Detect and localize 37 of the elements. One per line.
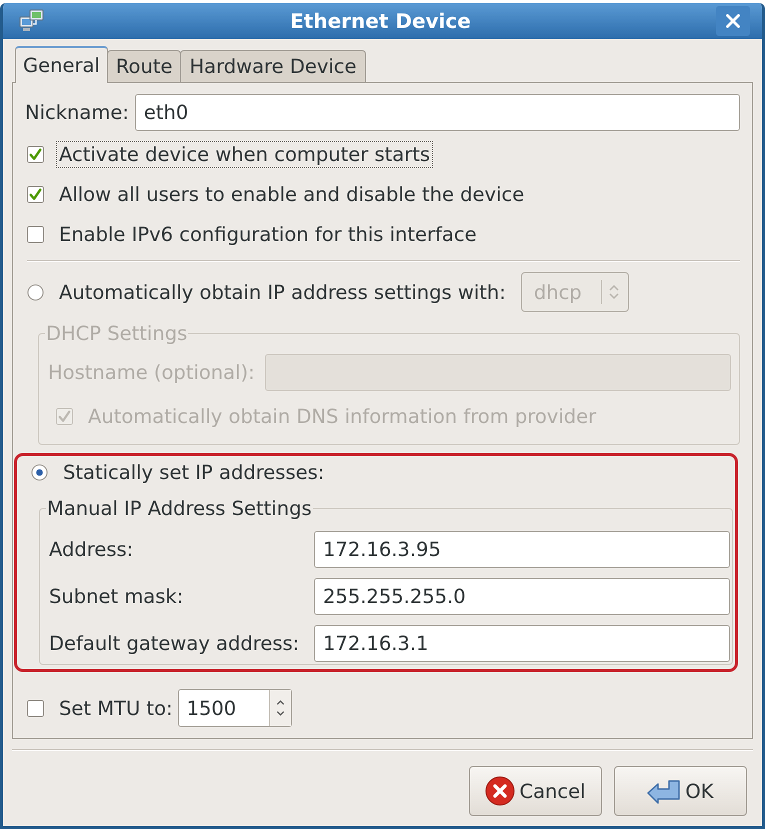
field-label: Nickname: bbox=[25, 101, 129, 124]
network-computers-icon bbox=[19, 8, 45, 34]
ip-field[interactable]: 172.16.3.1 bbox=[314, 625, 730, 662]
window-title: Ethernet Device bbox=[289, 9, 472, 33]
group-title: Manual IP Address Settings bbox=[46, 497, 313, 520]
checkbox-label[interactable]: Activate device when computer starts bbox=[56, 140, 434, 168]
field-label: Hostname (optional): bbox=[48, 361, 255, 384]
checkbox[interactable] bbox=[27, 146, 44, 162]
radio-label[interactable]: Statically set IP addresses: bbox=[60, 458, 328, 486]
radio-button[interactable] bbox=[27, 284, 44, 300]
updown-arrows-icon bbox=[608, 283, 620, 301]
checkbox[interactable] bbox=[27, 226, 44, 242]
ok-button[interactable]: OK bbox=[614, 766, 747, 816]
checkbox-label[interactable]: Enable IPv6 configuration for this interface bbox=[56, 220, 480, 248]
group-title: DHCP Settings bbox=[45, 322, 188, 345]
close-icon bbox=[726, 14, 740, 28]
checkbox-label[interactable]: Allow all users to enable and disable the device bbox=[56, 180, 528, 208]
field-label: Address: bbox=[49, 538, 134, 561]
cancel-icon bbox=[485, 776, 516, 806]
checkbox[interactable] bbox=[27, 700, 44, 716]
spin-arrows-icon bbox=[268, 690, 291, 726]
radio-button[interactable] bbox=[31, 464, 48, 480]
mtu-spinbox[interactable]: 1500 bbox=[178, 689, 292, 727]
ip-field[interactable]: 172.16.3.95 bbox=[314, 531, 730, 568]
return-arrow-icon bbox=[647, 778, 682, 804]
tab[interactable]: General bbox=[15, 46, 108, 83]
field-label: Subnet mask: bbox=[49, 585, 184, 608]
checkbox[interactable] bbox=[27, 186, 44, 202]
radio-label[interactable]: Automatically obtain IP address settings with: bbox=[56, 278, 509, 306]
cancel-button[interactable]: Cancel bbox=[469, 766, 602, 816]
tab[interactable]: Route bbox=[106, 50, 182, 82]
nickname-field[interactable]: eth0 bbox=[134, 94, 740, 131]
close-button[interactable] bbox=[716, 6, 750, 36]
field-label: Default gateway address: bbox=[49, 632, 300, 655]
tab[interactable]: Hardware Device bbox=[180, 50, 366, 82]
ip-field[interactable]: 255.255.255.0 bbox=[314, 578, 730, 615]
checkbox-label[interactable]: Set MTU to: bbox=[56, 694, 176, 722]
